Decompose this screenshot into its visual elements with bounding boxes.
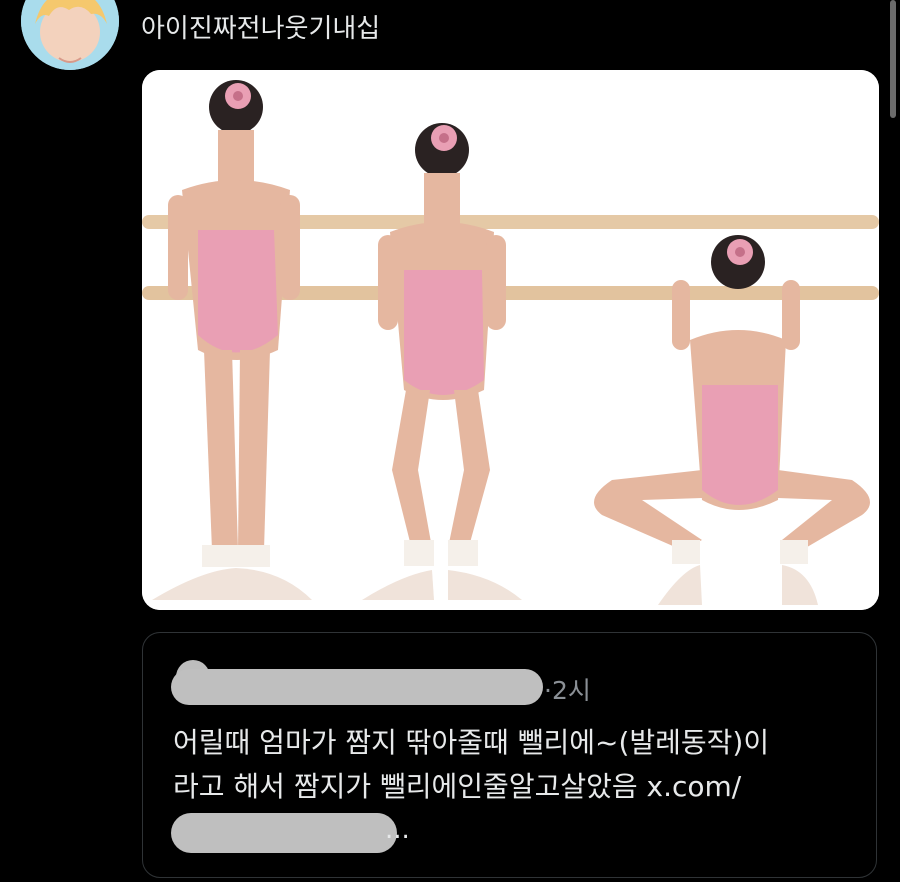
quoted-text-line-2: 라고 해서 짬지가 뺄리에인줄알고살았음 x.com/ — [173, 770, 742, 803]
censored-handle — [171, 669, 543, 705]
quoted-post-text: 어릴때 엄마가 짬지 딲아줄때 뺄리에~(발레동작)이 라고 해서 짬지가 뺄리… — [173, 721, 863, 809]
author-name[interactable]: 아이진짜전나웃기내십 — [141, 8, 380, 45]
quoted-text-line-1: 어릴때 엄마가 짬지 딲아줄때 뺄리에~(발레동작)이 — [173, 726, 770, 759]
quoted-text-line-3: ... — [385, 815, 410, 845]
quoted-post-time: ·2시 — [544, 676, 591, 705]
post-image[interactable] — [142, 70, 879, 610]
censored-link — [171, 813, 397, 853]
scrollbar[interactable] — [890, 0, 896, 118]
quoted-post[interactable]: ·2시 어릴때 엄마가 짬지 딲아줄때 뺄리에~(발레동작)이 라고 해서 짬지… — [142, 632, 877, 878]
author-avatar[interactable] — [21, 0, 119, 70]
